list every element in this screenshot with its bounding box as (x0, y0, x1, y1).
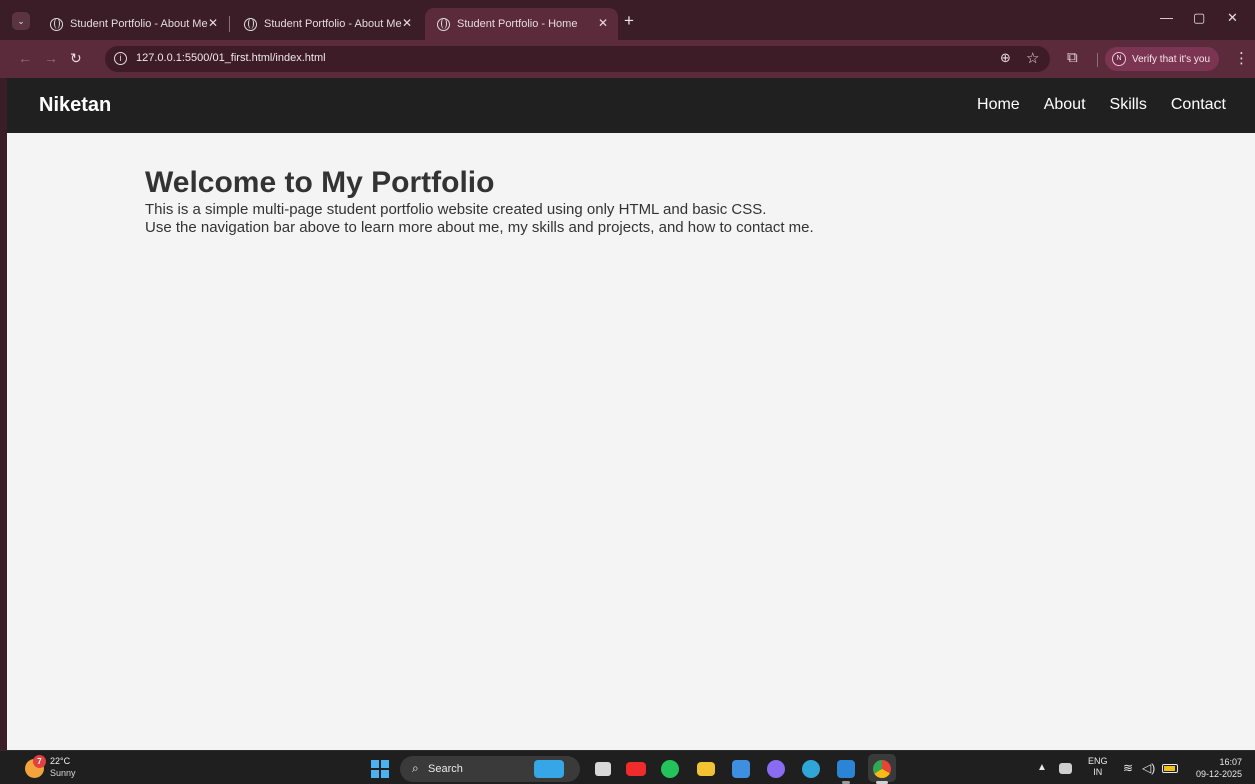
wifi-icon[interactable]: ≋ (1123, 761, 1133, 775)
chrome-icon[interactable] (873, 760, 891, 778)
more-menu-icon[interactable]: ⋮ (1234, 49, 1249, 67)
tab-strip: ⌄ Student Portfolio - About Me ✕ Student… (0, 0, 1255, 40)
forward-button[interactable]: → (44, 50, 58, 66)
main-content: Welcome to My Portfolio This is a simple… (145, 165, 1045, 237)
show-hidden-icons[interactable]: ▲ (1037, 762, 1047, 773)
browser-frame: ⌄ Student Portfolio - About Me ✕ Student… (0, 0, 1255, 80)
profile-avatar: N (1112, 52, 1126, 66)
youtube-icon[interactable] (626, 762, 646, 776)
profile-button[interactable]: N Verify that it's you (1105, 47, 1219, 71)
reload-button[interactable]: ↻ (70, 50, 82, 67)
tab-separator (229, 16, 230, 32)
tab-search-button[interactable]: ⌄ (12, 12, 30, 30)
language-code: ENG (1088, 756, 1108, 766)
microsoft-store-icon[interactable] (732, 760, 750, 778)
navigation-paragraph: Use the navigation bar above to learn mo… (145, 219, 814, 236)
search-label: Search (428, 763, 463, 775)
zoom-icon[interactable]: ⊕ (1000, 50, 1011, 66)
site-nav: Home About Skills Contact (977, 96, 1226, 114)
tab-about-me-1[interactable]: Student Portfolio - About Me ✕ (38, 8, 228, 40)
windows-logo-icon (381, 760, 389, 768)
task-view-icon[interactable] (595, 762, 611, 776)
battery-icon[interactable] (1162, 764, 1178, 773)
edge-icon[interactable] (802, 760, 820, 778)
start-button[interactable] (371, 760, 389, 778)
restore-button[interactable]: ▢ (1193, 10, 1205, 26)
widgets-icon[interactable] (534, 760, 564, 778)
copilot-icon[interactable] (767, 760, 785, 778)
weather-badge: 7 (33, 755, 46, 768)
new-tab-button[interactable]: + (624, 12, 634, 30)
weather-condition[interactable]: Sunny (50, 768, 76, 778)
weather-temperature[interactable]: 22°C (50, 756, 70, 766)
region-code: IN (1093, 767, 1103, 777)
bookmark-star-icon[interactable]: ☆ (1026, 49, 1039, 67)
clock-time: 16:07 (1219, 757, 1242, 767)
tab-home-active[interactable]: Student Portfolio - Home ✕ (425, 8, 618, 40)
address-text[interactable]: 127.0.0.1:5500/01_first.html/index.html (136, 52, 326, 64)
close-icon[interactable]: ✕ (402, 16, 412, 30)
clock[interactable]: 16:07 09-12-2025 (1196, 756, 1242, 780)
whatsapp-icon[interactable] (661, 760, 679, 778)
extensions-icon[interactable]: ⧉ (1067, 49, 1078, 66)
close-icon[interactable]: ✕ (598, 16, 608, 30)
nav-link-skills[interactable]: Skills (1110, 96, 1147, 114)
clock-date: 09-12-2025 (1195, 769, 1242, 779)
tab-title: Student Portfolio - About Me (70, 18, 208, 30)
globe-icon (244, 17, 257, 31)
volume-icon[interactable]: ◁) (1142, 761, 1155, 775)
browser-left-border (0, 0, 7, 750)
browser-toolbar: ← → ↻ i 127.0.0.1:5500/01_first.html/ind… (0, 40, 1255, 78)
globe-icon (50, 17, 63, 31)
page-heading: Welcome to My Portfolio (145, 166, 495, 199)
windows-logo-icon (371, 770, 379, 778)
search-icon: ⌕ (412, 761, 419, 775)
globe-icon (437, 17, 450, 31)
tab-title: Student Portfolio - About Me (264, 18, 402, 30)
back-button[interactable]: ← (18, 50, 32, 66)
windows-logo-icon (371, 760, 379, 768)
tab-about-me-2[interactable]: Student Portfolio - About Me ✕ (232, 8, 422, 40)
minimize-button[interactable]: — (1160, 10, 1173, 25)
site-header: Niketan Home About Skills Contact (7, 78, 1255, 133)
close-window-button[interactable]: ✕ (1227, 10, 1238, 26)
windows-logo-icon (381, 770, 389, 778)
nav-link-contact[interactable]: Contact (1171, 96, 1226, 114)
toolbar-divider (1097, 53, 1098, 67)
file-explorer-icon[interactable] (697, 762, 715, 776)
site-info-icon[interactable]: i (114, 52, 127, 65)
close-icon[interactable]: ✕ (208, 16, 218, 30)
language-indicator[interactable]: ENG IN (1088, 756, 1108, 778)
taskbar: 7 22°C Sunny ⌕ Search ▲ ENG IN ≋ ◁) 16:0… (0, 750, 1255, 784)
site-brand[interactable]: Niketan (39, 94, 111, 117)
nav-link-home[interactable]: Home (977, 96, 1020, 114)
intro-paragraph: This is a simple multi-page student port… (145, 201, 767, 218)
nav-link-about[interactable]: About (1044, 96, 1086, 114)
profile-label: Verify that it's you (1132, 53, 1211, 65)
address-bar[interactable]: i 127.0.0.1:5500/01_first.html/index.htm… (105, 46, 1050, 72)
tab-title: Student Portfolio - Home (457, 18, 578, 30)
vscode-icon[interactable] (837, 760, 855, 778)
tray-app-icon[interactable] (1059, 763, 1072, 774)
